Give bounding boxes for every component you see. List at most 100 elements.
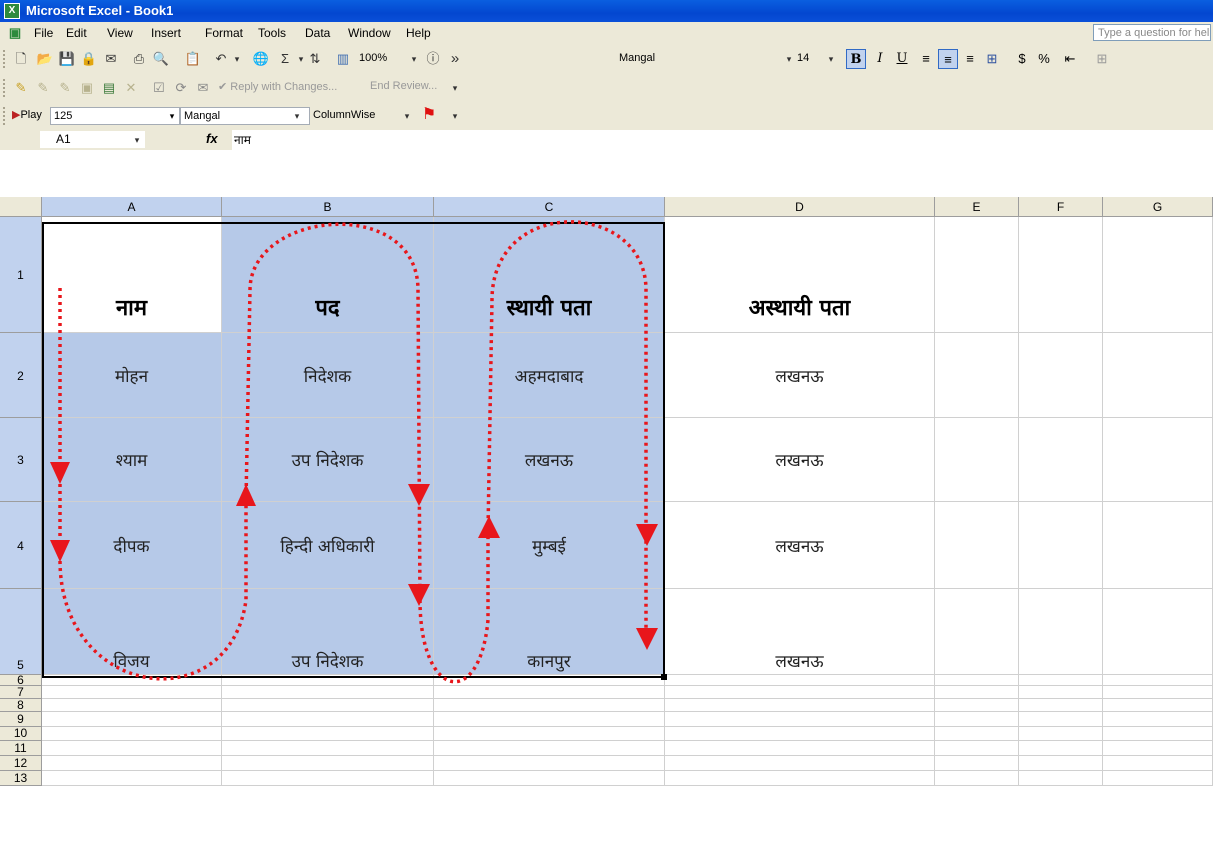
empty-cell[interactable]	[1019, 675, 1103, 686]
empty-cell[interactable]	[1103, 741, 1213, 756]
empty-cell[interactable]	[434, 727, 665, 741]
empty-cell[interactable]	[1019, 502, 1103, 589]
empty-cell[interactable]	[42, 686, 222, 699]
empty-cell[interactable]	[1103, 727, 1213, 741]
empty-cell[interactable]	[935, 712, 1019, 727]
show-all-comments-icon[interactable]: ▤	[100, 79, 118, 97]
row-header-13[interactable]: 13	[0, 771, 42, 786]
empty-cell[interactable]	[222, 712, 434, 727]
empty-cell[interactable]	[1103, 502, 1213, 589]
empty-cell[interactable]	[1019, 217, 1103, 333]
flag-icon[interactable]: ⚑	[420, 106, 438, 124]
insert-function-icon[interactable]: fx	[206, 131, 218, 146]
excel-app-icon[interactable]: X	[4, 3, 20, 19]
empty-cell[interactable]	[222, 686, 434, 699]
empty-cell[interactable]	[935, 418, 1019, 502]
row-header-4[interactable]: 4	[0, 502, 42, 589]
update-file-icon[interactable]: ⟳	[172, 79, 190, 97]
menu-window[interactable]: Window	[348, 26, 391, 40]
menu-insert[interactable]: Insert	[151, 26, 181, 40]
empty-cell[interactable]	[1019, 756, 1103, 771]
empty-cell[interactable]	[222, 771, 434, 786]
data-cell[interactable]: उप निदेशक	[222, 418, 434, 502]
empty-cell[interactable]	[935, 333, 1019, 418]
column-header-c[interactable]: C	[434, 197, 665, 217]
empty-cell[interactable]	[434, 686, 665, 699]
data-cell[interactable]: कानपुर	[434, 589, 665, 675]
column-header-e[interactable]: E	[935, 197, 1019, 217]
empty-cell[interactable]	[42, 712, 222, 727]
empty-cell[interactable]	[1103, 686, 1213, 699]
header-cell[interactable]: नाम	[42, 217, 222, 333]
open-icon[interactable]: 📂	[36, 50, 54, 68]
print-preview-icon[interactable]: 🔍	[152, 50, 170, 68]
empty-cell[interactable]	[935, 675, 1019, 686]
paste-icon[interactable]: 📋	[184, 50, 202, 68]
underline-button[interactable]: U	[892, 49, 912, 69]
header-cell[interactable]: पद	[222, 217, 434, 333]
empty-cell[interactable]	[665, 756, 935, 771]
header-cell[interactable]: स्थायी पता	[434, 217, 665, 333]
empty-cell[interactable]	[935, 589, 1019, 675]
new-icon[interactable]: 🗋	[12, 50, 30, 68]
workbook-icon[interactable]: ▣	[6, 24, 24, 42]
toolbar-grip[interactable]	[3, 107, 8, 125]
row-header-3[interactable]: 3	[0, 418, 42, 502]
empty-cell[interactable]	[434, 699, 665, 712]
currency-button[interactable]: $	[1012, 49, 1032, 69]
toolbar-options-icon[interactable]: »	[446, 50, 464, 68]
empty-cell[interactable]	[1103, 675, 1213, 686]
empty-cell[interactable]	[935, 502, 1019, 589]
empty-cell[interactable]	[935, 727, 1019, 741]
row-header-12[interactable]: 12	[0, 756, 42, 771]
menu-data[interactable]: Data	[305, 26, 330, 40]
menu-file[interactable]: File	[34, 26, 53, 40]
empty-cell[interactable]	[1103, 712, 1213, 727]
create-task-icon[interactable]: ☑	[150, 79, 168, 97]
empty-cell[interactable]	[1019, 771, 1103, 786]
reply-with-changes-button[interactable]: ✔ Reply with Changes...	[218, 80, 337, 93]
toolbar-grip[interactable]	[3, 50, 8, 68]
menu-edit[interactable]: Edit	[66, 26, 87, 40]
empty-cell[interactable]	[1019, 699, 1103, 712]
data-cell[interactable]: मुम्बई	[434, 502, 665, 589]
empty-cell[interactable]	[1019, 686, 1103, 699]
column-header-a[interactable]: A	[42, 197, 222, 217]
empty-cell[interactable]	[1103, 771, 1213, 786]
empty-cell[interactable]	[665, 771, 935, 786]
zoom-dropdown-icon[interactable]: ▾	[405, 50, 423, 68]
empty-cell[interactable]	[935, 699, 1019, 712]
percent-button[interactable]: %	[1034, 49, 1054, 69]
row-header-1[interactable]: 1	[0, 217, 42, 333]
empty-cell[interactable]	[434, 741, 665, 756]
empty-cell[interactable]	[665, 686, 935, 699]
bold-button[interactable]: B	[846, 49, 866, 69]
column-header-d[interactable]: D	[665, 197, 935, 217]
new-comment-icon[interactable]: ✎	[12, 79, 30, 97]
name-box-dropdown-icon[interactable]: ▾	[128, 131, 146, 149]
next-comment-icon[interactable]: ✎	[56, 79, 74, 97]
empty-cell[interactable]	[434, 675, 665, 686]
read-mode-dropdown-icon[interactable]: ▾	[398, 107, 416, 125]
sort-ascending-icon[interactable]: ⇅	[306, 50, 324, 68]
align-right-icon[interactable]: ≡	[960, 49, 980, 69]
toolbar-options-icon[interactable]: ▾	[446, 107, 464, 125]
select-all-corner[interactable]	[0, 197, 42, 217]
help-icon[interactable]: ⓘ	[424, 50, 442, 68]
empty-cell[interactable]	[1019, 712, 1103, 727]
hyperlink-icon[interactable]: 🌐	[252, 50, 270, 68]
previous-comment-icon[interactable]: ✎	[34, 79, 52, 97]
empty-cell[interactable]	[222, 727, 434, 741]
empty-cell[interactable]	[42, 699, 222, 712]
empty-cell[interactable]	[1019, 741, 1103, 756]
empty-cell[interactable]	[222, 741, 434, 756]
speed-dropdown-icon[interactable]: ▾	[165, 108, 179, 124]
data-cell[interactable]: अहमदाबाद	[434, 333, 665, 418]
data-cell[interactable]: लखनऊ	[665, 333, 935, 418]
delete-comment-icon[interactable]: ✕	[122, 79, 140, 97]
empty-cell[interactable]	[935, 217, 1019, 333]
empty-cell[interactable]	[1103, 333, 1213, 418]
empty-cell[interactable]	[935, 756, 1019, 771]
empty-cell[interactable]	[42, 741, 222, 756]
empty-cell[interactable]	[42, 675, 222, 686]
